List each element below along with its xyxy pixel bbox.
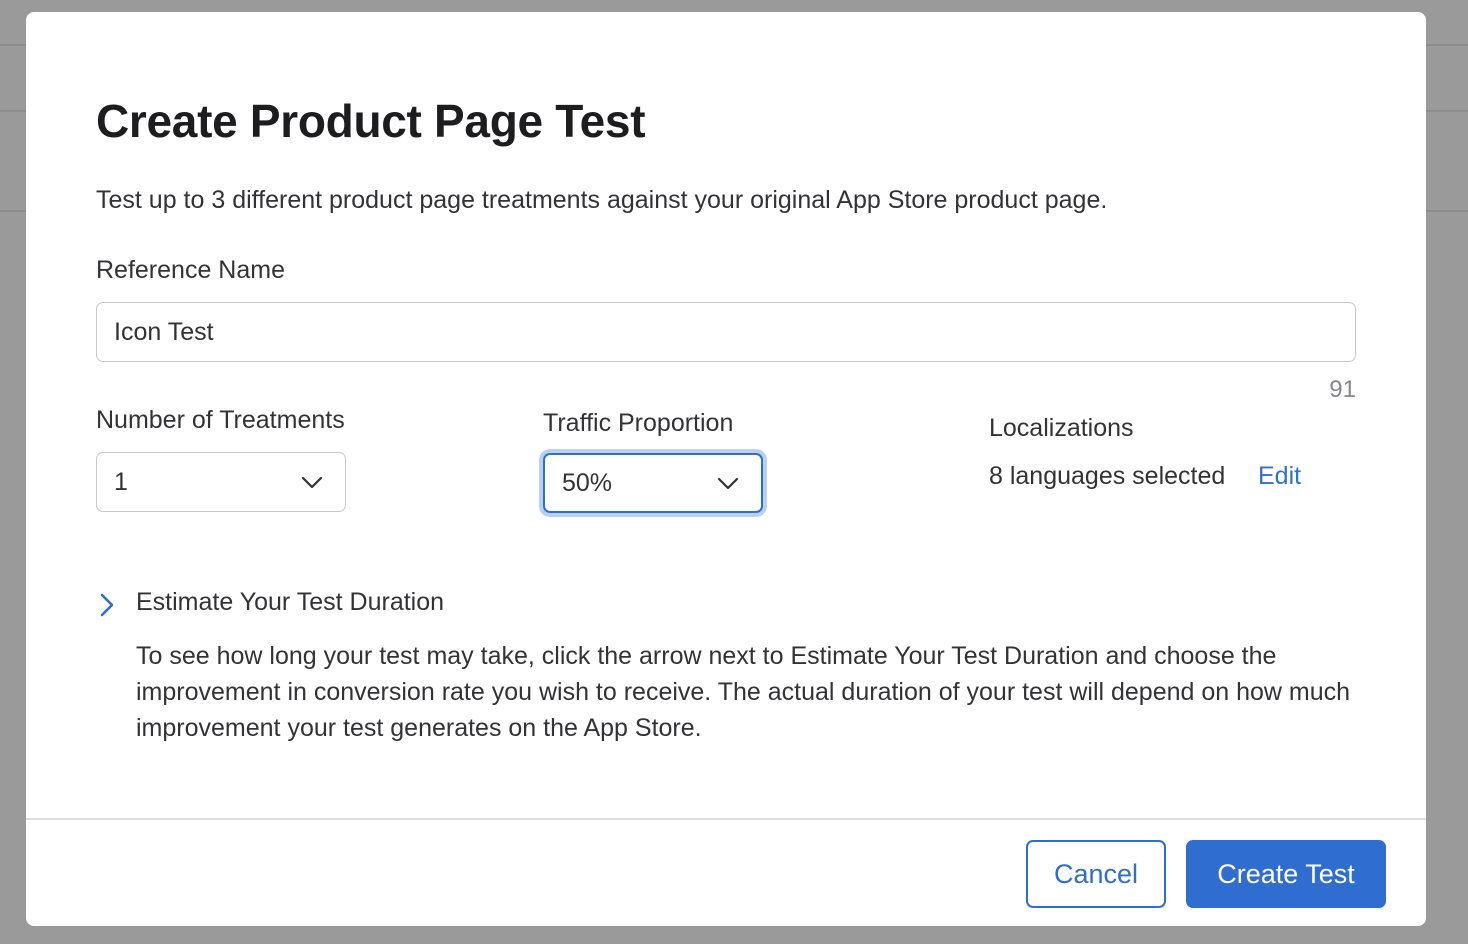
treatments-selected-value: 1 bbox=[114, 467, 128, 496]
traffic-selected-value: 50% bbox=[562, 468, 613, 497]
edit-localizations-link[interactable]: Edit bbox=[1258, 462, 1301, 491]
estimate-duration-toggle[interactable]: Estimate Your Test Duration bbox=[136, 588, 444, 617]
reference-name-input[interactable] bbox=[96, 302, 1356, 362]
estimate-description: To see how long your test may take, clic… bbox=[136, 642, 1351, 742]
character-counter: 91 bbox=[1329, 376, 1356, 403]
treatments-label: Number of Treatments bbox=[96, 406, 345, 434]
create-test-dialog: Create Product Page Test Test up to 3 di… bbox=[26, 12, 1426, 926]
chevron-down-icon bbox=[301, 476, 323, 489]
localizations-label: Localizations bbox=[989, 414, 1134, 442]
treatments-select[interactable]: 1 bbox=[96, 452, 346, 512]
traffic-proportion-select[interactable]: 50% bbox=[543, 453, 763, 513]
cancel-button[interactable]: Cancel bbox=[1026, 840, 1166, 908]
dialog-subtitle: Test up to 3 different product page trea… bbox=[96, 186, 1108, 214]
reference-name-label: Reference Name bbox=[96, 256, 285, 284]
dialog-title: Create Product Page Test bbox=[96, 95, 646, 147]
chevron-right-icon[interactable] bbox=[96, 592, 118, 618]
localizations-summary: 8 languages selected bbox=[989, 462, 1226, 490]
footer-divider bbox=[26, 818, 1426, 820]
traffic-proportion-label: Traffic Proportion bbox=[543, 409, 734, 437]
chevron-down-icon bbox=[717, 477, 739, 490]
create-test-button[interactable]: Create Test bbox=[1186, 840, 1386, 908]
